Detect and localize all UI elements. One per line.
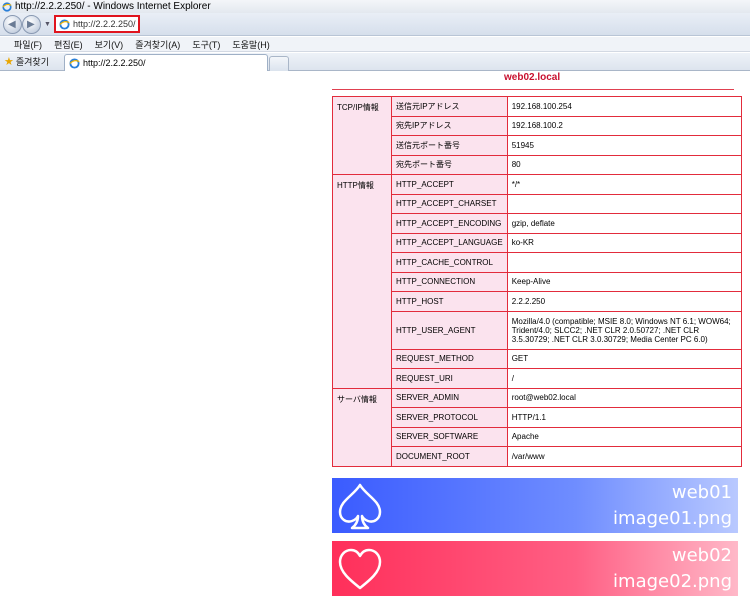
table-row: TCP/IP情報 送信元IPアドレス 192.168.100.254 [332,96,743,175]
row-value [506,193,743,214]
server-hostname: web02.local [504,72,561,83]
menu-item[interactable]: 편집(E) [54,38,83,51]
tab-ie-icon [69,57,80,69]
favorites-button[interactable]: ★ 즐겨찾기 [4,55,49,68]
row-key: REQUEST_URI [391,368,508,389]
table-row: HTTP_ACCEPT_LANGUAGE ko-KR [333,232,743,253]
row-key: HTTP_USER_AGENT [391,310,508,350]
table-row: HTTP_CONNECTION Keep-Alive [333,271,743,292]
row-value: gzip, deflate [506,213,743,234]
row-key: HTTP_CONNECTION [391,271,508,292]
row-value: ko-KR [506,232,743,253]
browser-tab[interactable]: http://2.2.2.250/ [64,54,268,71]
row-value: GET [506,348,743,369]
table-row: HTTP_ACCEPT_ENCODING gzip, deflate [333,213,743,234]
navigation-bar: ◀ ▶ ▼ http://2.2.2.250/ [0,13,750,36]
banner-web01-image: image01.png [613,508,732,529]
table-row: REQUEST_URI / [333,368,743,389]
banner-web02: web02 image02.png [332,541,738,596]
back-button[interactable]: ◀ [3,15,22,34]
row-value: 192.168.100.254 [506,96,743,117]
table-row: サーバ情報 SERVER_ADMIN root@web02.local [332,387,743,467]
menu-item[interactable]: 도구(T) [192,38,220,51]
server-info-table: TCP/IP情報 送信元IPアドレス 192.168.100.254 宛先IPアドレス… [332,96,743,467]
table-row: HTTP_USER_AGENT Mozilla/4.0 (compatible; … [333,310,743,350]
row-value: root@web02.local [506,387,743,408]
table-row: SERVER_SOFTWARE Apache [333,426,743,447]
row-value: /var/www [506,446,743,467]
banner-web01: web01 image01.png [332,478,738,533]
row-key: 宛先ポート番号 [391,154,508,175]
table-row: SERVER_PROTOCOL HTTP/1.1 [333,407,743,428]
new-tab-button[interactable] [269,56,289,71]
table-row: 宛先ポート番号 80 [333,154,743,175]
row-key: REQUEST_METHOD [391,348,508,369]
tab-bar: ★ 즐겨찾기 http://2.2.2.250/ [0,53,750,71]
address-url[interactable]: http://2.2.2.250/ [73,19,136,29]
page-ie-icon [59,18,70,30]
arrow-left-icon: ◀ [8,19,16,30]
table-row: HTTP情報 HTTP_ACCEPT */* [332,174,743,389]
table-row: 送信元ポート番号 51945 [333,135,743,156]
row-value: 80 [506,154,743,175]
row-value: Apache [506,426,743,447]
menu-item[interactable]: 도움말(H) [232,38,269,51]
menu-bar: 파일(F) 편집(E) 보기(V) 즐겨찾기(A) 도구(T) 도움말(H) [0,37,750,52]
row-value: 2.2.2.250 [506,291,743,312]
row-key: 送信元ポート番号 [391,135,508,156]
row-value: / [506,368,743,389]
row-value: */* [506,174,743,195]
row-key: SERVER_SOFTWARE [391,426,508,447]
arrow-right-icon: ▶ [27,19,35,30]
row-value: Keep-Alive [506,271,743,292]
menu-item[interactable]: 즐겨찾기(A) [135,38,180,51]
recent-pages-dropdown-icon[interactable]: ▼ [44,21,51,28]
window-title: http://2.2.2.250/ - Windows Internet Exp… [15,1,211,12]
hostname-divider [332,89,734,90]
row-key: SERVER_PROTOCOL [391,407,508,428]
row-key: HTTP_HOST [391,291,508,312]
table-row: REQUEST_METHOD GET [333,348,743,369]
table-row: DOCUMENT_ROOT/var/www [333,446,743,467]
banner-web02-image: image02.png [613,571,732,592]
star-icon: ★ [4,55,14,68]
row-key: 宛先IPアドレス [391,115,508,136]
title-bar: http://2.2.2.250/ - Windows Internet Exp… [0,0,750,13]
ie-logo-icon [2,1,12,12]
row-key: 送信元IPアドレス [391,96,508,117]
favorites-label: 즐겨찾기 [15,57,49,67]
banner-web01-host: web01 [671,482,732,503]
row-value: Mozilla/4.0 (compatible; MSIE 8.0; Windo… [506,310,743,350]
row-value: HTTP/1.1 [506,407,743,428]
section-category: TCP/IP情報 [332,96,392,175]
row-key: HTTP_ACCEPT_ENCODING [391,213,508,234]
table-row: HTTP_ACCEPT_CHARSET [333,193,743,214]
table-row: HTTP_HOST 2.2.2.250 [333,291,743,312]
row-key: HTTP_ACCEPT_LANGUAGE [391,232,508,253]
spade-icon [338,483,382,530]
menu-item[interactable]: 파일(F) [14,38,42,51]
row-key: HTTP_ACCEPT [391,174,508,195]
section-category: サーバ情報 [332,387,392,467]
section-category: HTTP情報 [332,174,392,389]
forward-button[interactable]: ▶ [22,15,41,34]
tab-title: http://2.2.2.250/ [83,58,146,68]
row-key: SERVER_ADMIN [391,387,508,408]
table-row: HTTP_CACHE_CONTROL [333,252,743,273]
heart-icon [338,548,382,590]
address-bar[interactable]: http://2.2.2.250/ [54,15,140,33]
row-value: 51945 [506,135,743,156]
banner-web02-host: web02 [671,545,732,566]
row-key: DOCUMENT_ROOT [391,446,508,467]
table-row: 宛先IPアドレス 192.168.100.2 [333,115,743,136]
row-key: HTTP_CACHE_CONTROL [391,252,508,273]
menu-item[interactable]: 보기(V) [95,38,124,51]
row-value: 192.168.100.2 [506,115,743,136]
row-value [506,252,743,273]
row-key: HTTP_ACCEPT_CHARSET [391,193,508,214]
